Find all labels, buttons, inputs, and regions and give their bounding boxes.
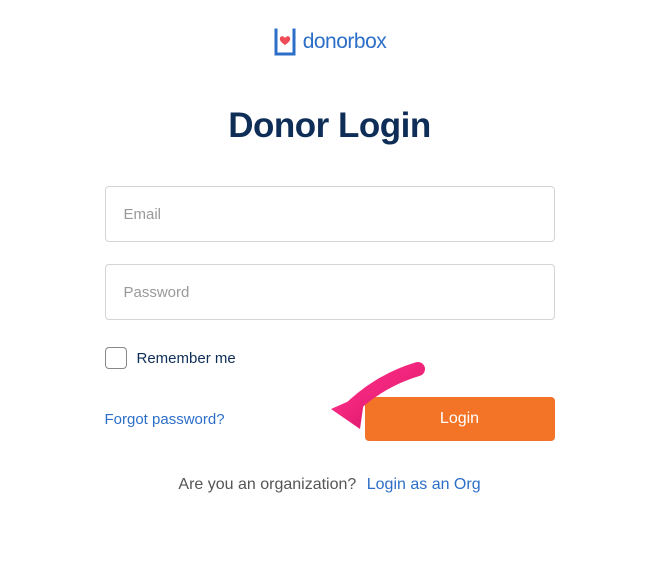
login-form: Remember me Forgot password? Login Are y… bbox=[105, 186, 555, 494]
org-prompt-text: Are you an organization? bbox=[178, 476, 356, 493]
forgot-password-link[interactable]: Forgot password? bbox=[105, 411, 225, 428]
password-field[interactable] bbox=[105, 264, 555, 320]
login-button[interactable]: Login bbox=[365, 397, 555, 441]
email-field[interactable] bbox=[105, 186, 555, 242]
login-as-org-link[interactable]: Login as an Org bbox=[367, 476, 481, 493]
org-prompt-row: Are you an organization? Login as an Org bbox=[105, 476, 555, 494]
brand-name: donorbox bbox=[303, 30, 387, 54]
page-title: Donor Login bbox=[228, 106, 431, 146]
remember-checkbox[interactable] bbox=[105, 347, 127, 369]
heart-box-icon bbox=[273, 28, 297, 56]
brand-logo: donorbox bbox=[273, 28, 387, 56]
remember-label: Remember me bbox=[137, 350, 236, 367]
actions-row: Forgot password? Login bbox=[105, 397, 555, 441]
remember-row: Remember me bbox=[105, 347, 555, 369]
